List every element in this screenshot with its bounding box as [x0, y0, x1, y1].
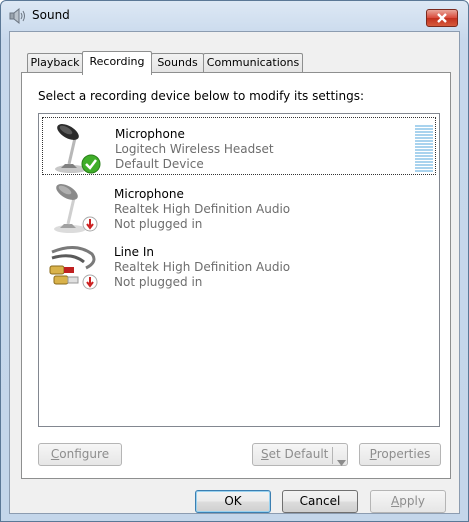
apply-button[interactable]: Apply [370, 490, 446, 513]
device-status: Not plugged in [114, 217, 203, 231]
properties-button[interactable]: Properties [359, 443, 441, 466]
close-button[interactable] [426, 9, 458, 27]
properties-accel: P [369, 447, 377, 461]
device-driver: Logitech Wireless Headset [115, 142, 274, 156]
set-default-button[interactable]: Set Default [252, 443, 348, 466]
red-down-arrow-icon [82, 216, 98, 235]
device-status: Not plugged in [114, 275, 203, 289]
instruction-text: Select a recording device below to modif… [38, 89, 365, 103]
cancel-button[interactable]: Cancel [282, 490, 358, 513]
set-default-label: et Default [268, 447, 329, 461]
device-list[interactable]: Microphone Logitech Wireless Headset Def… [38, 113, 440, 427]
device-driver: Realtek High Definition Audio [114, 260, 291, 274]
tab-playback[interactable]: Playback [27, 53, 83, 73]
device-name: Line In [114, 245, 154, 259]
set-default-accel: S [261, 447, 269, 461]
properties-label: roperties [376, 447, 431, 461]
tab-sounds[interactable]: Sounds [151, 53, 204, 73]
device-name: Microphone [115, 127, 185, 141]
title-bar[interactable]: Sound [1, 1, 468, 31]
ok-button[interactable]: OK [195, 490, 271, 513]
device-driver: Realtek High Definition Audio [114, 202, 291, 216]
split-button-divider [332, 447, 333, 464]
device-item[interactable]: Microphone Realtek High Definition Audio… [42, 178, 436, 236]
device-name: Microphone [114, 187, 184, 201]
configure-button[interactable]: Configure [38, 443, 122, 466]
device-status: Default Device [115, 157, 204, 171]
close-icon [437, 13, 447, 23]
configure-label: onfigure [59, 447, 110, 461]
tab-recording[interactable]: Recording [82, 51, 152, 75]
window-title: Sound [32, 8, 70, 22]
green-check-icon [81, 154, 101, 177]
chevron-down-icon[interactable] [337, 452, 346, 473]
tab-communications[interactable]: Communications [203, 53, 303, 73]
device-item[interactable]: Microphone Logitech Wireless Headset Def… [42, 117, 436, 175]
device-item[interactable]: Line In Realtek High Definition Audio No… [42, 236, 436, 294]
apply-label: pply [399, 494, 425, 508]
speaker-icon [9, 7, 27, 25]
level-meter [415, 125, 433, 173]
red-down-arrow-icon [82, 274, 98, 293]
